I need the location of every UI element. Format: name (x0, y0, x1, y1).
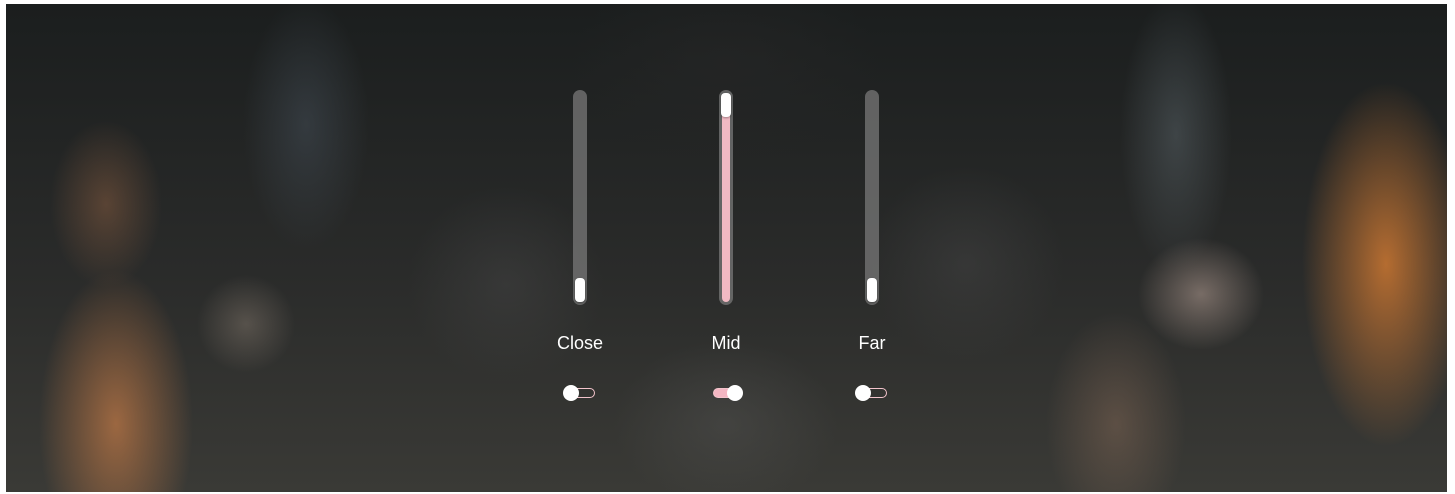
slider-close[interactable] (573, 90, 587, 305)
channel-mid: Mid (666, 4, 786, 492)
slider-fill (722, 95, 730, 302)
toggle-knob (727, 385, 743, 401)
channel-far: Far (812, 4, 932, 492)
toggle-close[interactable] (563, 385, 597, 401)
slider-thumb[interactable] (867, 278, 877, 302)
slider-far[interactable] (865, 90, 879, 305)
channel-label: Mid (711, 333, 741, 353)
toggle-far[interactable] (855, 385, 889, 401)
toggle-mid[interactable] (709, 385, 743, 401)
toggle-knob (563, 385, 579, 401)
slider-thumb[interactable] (721, 93, 731, 117)
channel-label: Close (556, 333, 604, 353)
channel-close: Close (520, 4, 640, 492)
slider-thumb[interactable] (575, 278, 585, 302)
channel-label: Far (858, 333, 886, 353)
app-window: Close Mid Far (6, 4, 1447, 492)
slider-mid[interactable] (719, 90, 733, 305)
toggle-knob (855, 385, 871, 401)
distance-controls: Close Mid Far (6, 4, 1447, 492)
